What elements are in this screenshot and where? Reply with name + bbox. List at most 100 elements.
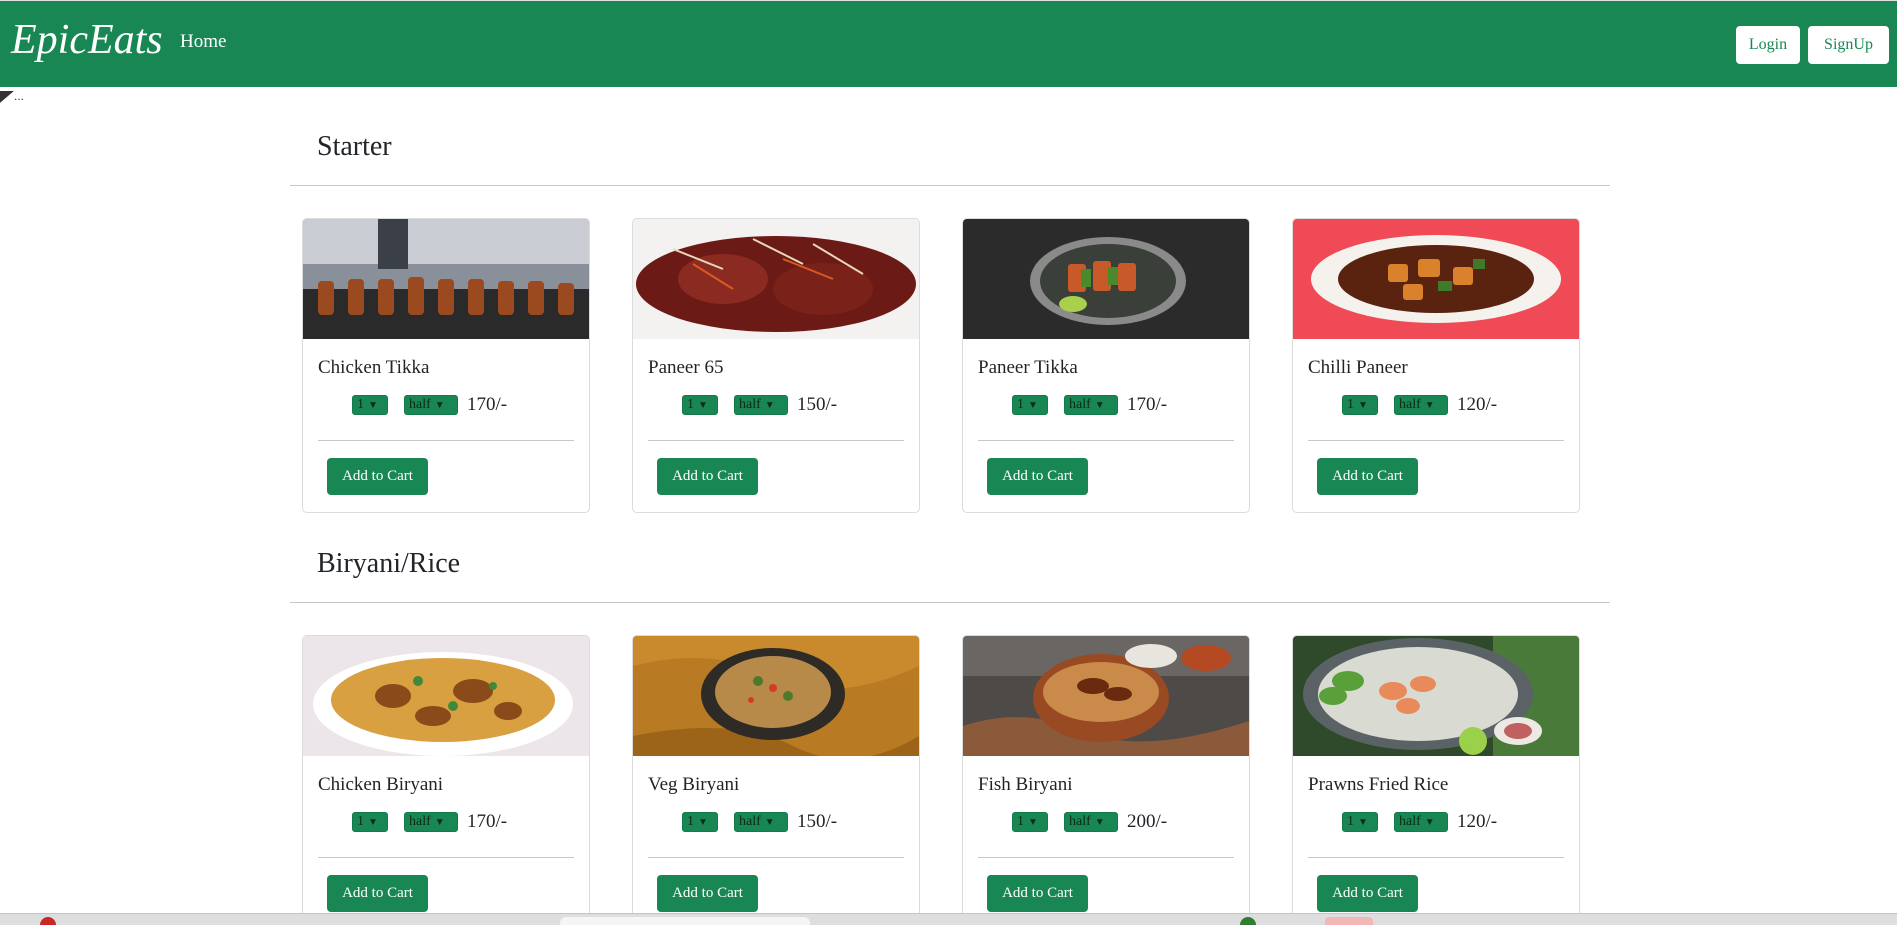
- item-price: 120/-: [1457, 394, 1498, 415]
- section-title-starter: Starter: [317, 131, 392, 162]
- item-controls: 1 ▼ half ▼ 170/-: [352, 811, 507, 833]
- item-controls: 1 ▼ half ▼ 120/-: [1342, 394, 1497, 416]
- size-select[interactable]: half ▼: [404, 812, 458, 832]
- login-button[interactable]: Login: [1736, 26, 1800, 64]
- menu-card: Paneer Tikka 1 ▼ half ▼ 170/- Add to Cart: [962, 218, 1250, 513]
- size-select[interactable]: half ▼: [1064, 812, 1118, 832]
- card-divider: [648, 857, 904, 858]
- quantity-select[interactable]: 1 ▼: [1342, 812, 1378, 832]
- broken-image: ...: [0, 89, 24, 103]
- card-divider: [648, 440, 904, 441]
- chilli-paneer-photo: [1293, 219, 1579, 339]
- chevron-down-icon: ▼: [368, 816, 378, 828]
- item-name: Fish Biryani: [978, 774, 1073, 795]
- nav-home-link[interactable]: Home: [180, 31, 226, 53]
- navbar: EpicEats Home Login SignUp: [0, 0, 1897, 87]
- add-to-cart-button[interactable]: Add to Cart: [327, 458, 428, 495]
- quantity-value: 1: [357, 397, 364, 412]
- card-divider: [1308, 857, 1564, 858]
- add-to-cart-button[interactable]: Add to Cart: [657, 875, 758, 912]
- item-price: 120/-: [1457, 811, 1498, 832]
- chevron-down-icon: ▼: [434, 399, 445, 411]
- size-select[interactable]: half ▼: [734, 395, 788, 415]
- chevron-down-icon: ▼: [1094, 399, 1105, 411]
- add-to-cart-button[interactable]: Add to Cart: [987, 875, 1088, 912]
- chevron-down-icon: ▼: [1094, 816, 1105, 828]
- section-divider: [290, 185, 1610, 186]
- item-name: Paneer Tikka: [978, 357, 1078, 378]
- quantity-select[interactable]: 1 ▼: [352, 812, 388, 832]
- prawns-fried-rice-photo: [1293, 636, 1579, 756]
- size-select[interactable]: half ▼: [734, 812, 788, 832]
- taskbar: [0, 913, 1897, 925]
- add-to-cart-button[interactable]: Add to Cart: [1317, 458, 1418, 495]
- size-value: half: [739, 814, 761, 829]
- item-price: 170/-: [467, 811, 508, 832]
- broken-image-icon: [0, 90, 14, 103]
- item-controls: 1 ▼ half ▼ 150/-: [682, 811, 837, 833]
- size-value: half: [1069, 814, 1091, 829]
- size-value: half: [409, 814, 431, 829]
- size-select[interactable]: half ▼: [1064, 395, 1118, 415]
- quantity-select[interactable]: 1 ▼: [352, 395, 388, 415]
- menu-card: Veg Biryani 1 ▼ half ▼ 150/- Add to Cart: [632, 635, 920, 925]
- item-controls: 1 ▼ half ▼ 200/-: [1012, 811, 1167, 833]
- item-name: Veg Biryani: [648, 774, 740, 795]
- size-select[interactable]: half ▼: [1394, 812, 1448, 832]
- add-to-cart-button[interactable]: Add to Cart: [327, 875, 428, 912]
- quantity-select[interactable]: 1 ▼: [682, 395, 718, 415]
- quantity-select[interactable]: 1 ▼: [1012, 812, 1048, 832]
- item-controls: 1 ▼ half ▼ 170/-: [352, 394, 507, 416]
- item-name: Paneer 65: [648, 357, 724, 378]
- taskbar-search-box[interactable]: [560, 917, 810, 925]
- menu-card: Chicken Tikka 1 ▼ half ▼ 170/- Add to Cart: [302, 218, 590, 513]
- paneer-tikka-photo: [963, 219, 1249, 339]
- size-value: half: [1399, 814, 1421, 829]
- card-divider: [978, 440, 1234, 441]
- brand-logo[interactable]: EpicEats: [11, 19, 163, 61]
- size-value: half: [1069, 397, 1091, 412]
- chevron-down-icon: ▼: [698, 399, 708, 411]
- chevron-down-icon: ▼: [1028, 399, 1038, 411]
- chevron-down-icon: ▼: [764, 399, 775, 411]
- menu-card: Fish Biryani 1 ▼ half ▼ 200/- Add to Cart: [962, 635, 1250, 925]
- quantity-select[interactable]: 1 ▼: [1012, 395, 1048, 415]
- item-name: Chicken Tikka: [318, 357, 430, 378]
- menu-card: Chilli Paneer 1 ▼ half ▼ 120/- Add to Cart: [1292, 218, 1580, 513]
- size-value: half: [739, 397, 761, 412]
- chicken-tikka-photo: [303, 219, 589, 339]
- quantity-value: 1: [687, 814, 694, 829]
- chevron-down-icon: ▼: [368, 399, 378, 411]
- menu-card: Chicken Biryani 1 ▼ half ▼ 170/- Add to Ca…: [302, 635, 590, 925]
- quantity-select[interactable]: 1 ▼: [682, 812, 718, 832]
- veg-biryani-photo: [633, 636, 919, 756]
- size-select[interactable]: half ▼: [404, 395, 458, 415]
- taskbar-app-icon[interactable]: [1325, 917, 1373, 925]
- menu-card: Prawns Fried Rice 1 ▼ half ▼ 120/- Add to …: [1292, 635, 1580, 925]
- quantity-select[interactable]: 1 ▼: [1342, 395, 1378, 415]
- add-to-cart-button[interactable]: Add to Cart: [987, 458, 1088, 495]
- quantity-value: 1: [1347, 814, 1354, 829]
- item-name: Chilli Paneer: [1308, 357, 1408, 378]
- item-controls: 1 ▼ half ▼ 170/-: [1012, 394, 1167, 416]
- section-title-biryani-rice: Biryani/Rice: [317, 548, 461, 579]
- size-value: half: [409, 397, 431, 412]
- card-divider: [318, 440, 574, 441]
- taskbar-app-icon[interactable]: [1240, 917, 1256, 925]
- item-price: 170/-: [1127, 394, 1168, 415]
- card-divider: [978, 857, 1234, 858]
- chicken-biryani-photo: [303, 636, 589, 756]
- item-controls: 1 ▼ half ▼ 120/-: [1342, 811, 1497, 833]
- fish-biryani-photo: [963, 636, 1249, 756]
- quantity-value: 1: [1347, 397, 1354, 412]
- item-name: Prawns Fried Rice: [1308, 774, 1449, 795]
- menu-card: Paneer 65 1 ▼ half ▼ 150/- Add to Cart: [632, 218, 920, 513]
- card-divider: [318, 857, 574, 858]
- quantity-value: 1: [357, 814, 364, 829]
- size-select[interactable]: half ▼: [1394, 395, 1448, 415]
- signup-button[interactable]: SignUp: [1808, 26, 1889, 64]
- chevron-down-icon: ▼: [1424, 399, 1435, 411]
- add-to-cart-button[interactable]: Add to Cart: [657, 458, 758, 495]
- taskbar-app-icon[interactable]: [40, 917, 56, 925]
- add-to-cart-button[interactable]: Add to Cart: [1317, 875, 1418, 912]
